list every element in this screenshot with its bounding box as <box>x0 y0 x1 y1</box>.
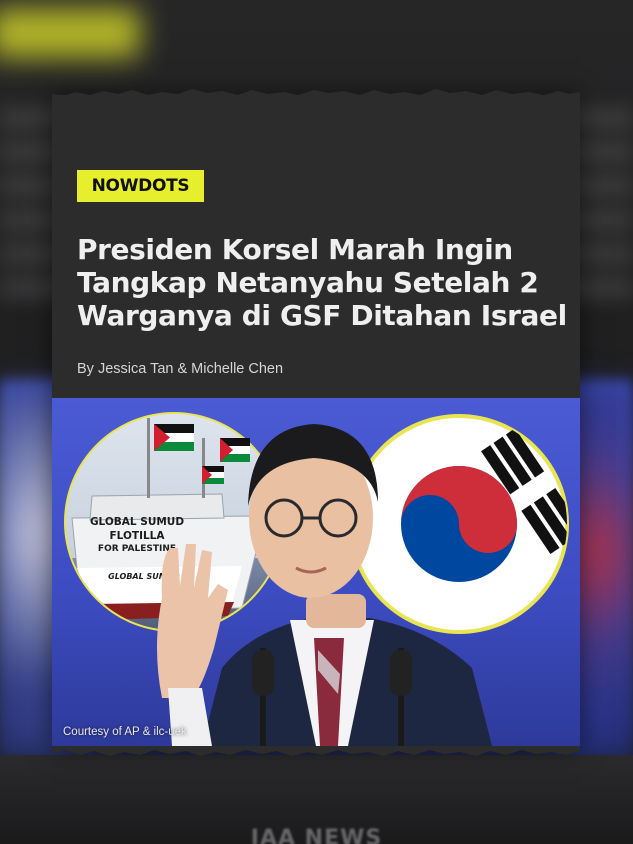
torn-edge-top <box>52 89 580 102</box>
watermark: IAA NEWS <box>250 826 383 844</box>
korea-flag-icon <box>349 414 569 634</box>
ship-text-line-3: FOR PALESTINE <box>98 544 176 554</box>
article-photo[interactable]: GLOBAL SUMUD FLOTILLA FOR PALESTINE GLOB… <box>52 398 580 746</box>
torn-edge-bottom <box>52 744 580 756</box>
article-headline[interactable]: Presiden Korsel Marah Ingin Tangkap Neta… <box>77 233 567 332</box>
photo-caption: Courtesy of AP & ilc-uek <box>63 726 187 738</box>
photo-illustration: GLOBAL SUMUD FLOTILLA FOR PALESTINE GLOB… <box>64 412 569 746</box>
background-badge-blur <box>0 8 140 58</box>
headline-line-1: Presiden Korsel Marah Ingin <box>77 233 513 266</box>
headline-line-2: Tangkap Netanyahu Setelah 2 <box>77 266 539 299</box>
headline-line-3: Warganya di GSF Ditahan Israel <box>77 299 567 332</box>
publisher-badge[interactable]: NOWDOTS <box>77 170 204 202</box>
ship-text-line-1: GLOBAL SUMUD <box>90 516 184 528</box>
screen: IAA NEWS NOWDOTS Presiden Korsel Marah I… <box>0 0 633 844</box>
ship-text-line-2: FLOTILLA <box>110 530 166 542</box>
article-byline: By Jessica Tan & Michelle Chen <box>77 361 284 377</box>
